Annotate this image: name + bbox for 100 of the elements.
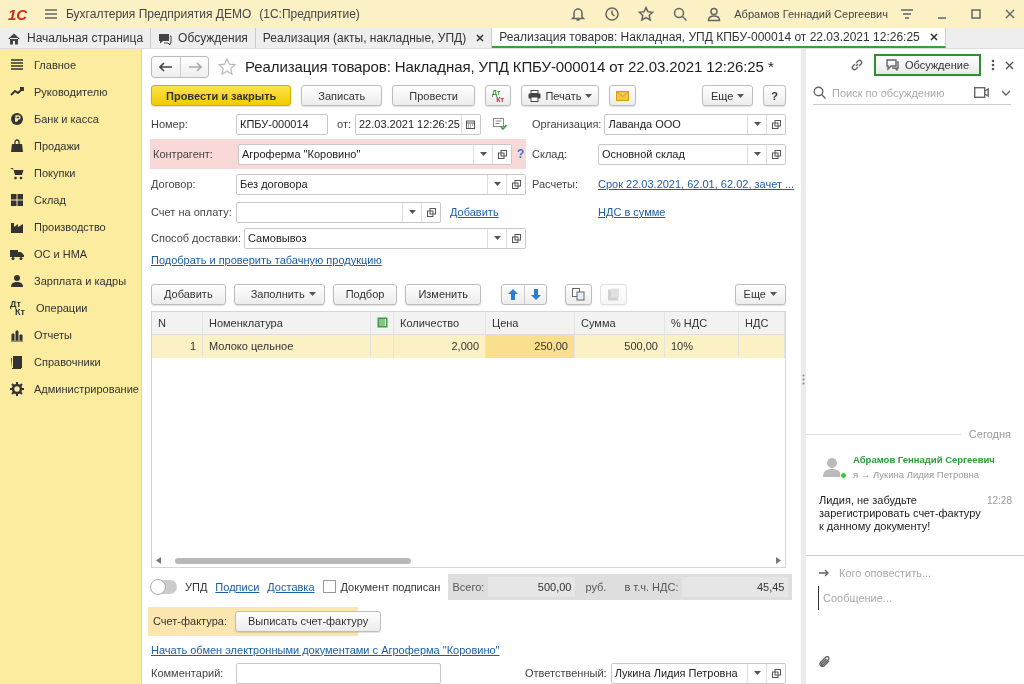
- notify-field[interactable]: Кого оповестить...: [837, 566, 1024, 580]
- sidebar-item[interactable]: Руководителю: [0, 78, 141, 105]
- menu-icon[interactable]: [900, 8, 914, 20]
- select-field[interactable]: Основной склад: [598, 143, 786, 165]
- back-icon[interactable]: [159, 61, 173, 72]
- vat-label: в т.ч. НДС:: [624, 580, 679, 593]
- select-field[interactable]: Лукина Лидия Петровна: [610, 662, 786, 684]
- number-field[interactable]: КПБУ-000014: [236, 113, 328, 135]
- toolbar-button[interactable]: Изменить: [405, 283, 481, 305]
- sidebar-item[interactable]: Склад: [0, 186, 141, 213]
- sidebar-item[interactable]: Дт Кт Операции: [0, 294, 141, 321]
- sidebar-item[interactable]: Главное: [0, 51, 141, 78]
- open-button[interactable]: [492, 144, 511, 164]
- sidebar-item[interactable]: Производство: [0, 213, 141, 240]
- copy-button[interactable]: [565, 283, 592, 305]
- menu-button[interactable]: Заполнить: [233, 283, 325, 305]
- star-icon[interactable]: [217, 56, 237, 77]
- close-icon[interactable]: [476, 34, 485, 42]
- column-header[interactable]: N: [152, 311, 203, 334]
- column-header[interactable]: НДС: [739, 311, 785, 334]
- sidebar-item[interactable]: Банк и касса: [0, 105, 141, 132]
- open-button[interactable]: [506, 228, 525, 248]
- open-button[interactable]: [766, 663, 785, 683]
- tobacco-link[interactable]: Подобрать и проверить табачную продукцию: [151, 254, 382, 267]
- post-and-close-button[interactable]: Провести и закрыть: [151, 85, 292, 106]
- select-field[interactable]: Лаванда ООО: [604, 113, 786, 135]
- sidebar-item[interactable]: Справочники: [0, 348, 141, 375]
- column-header[interactable]: Цена: [486, 311, 575, 334]
- bell-icon[interactable]: [570, 6, 587, 22]
- maximize-icon[interactable]: [970, 8, 982, 20]
- toolbar-button[interactable]: Записать: [301, 85, 383, 106]
- add-link[interactable]: Добавить: [450, 206, 499, 219]
- table-row[interactable]: 1 Молоко цельное 2,000 250,00 500,00 10%: [152, 334, 785, 358]
- sidebar-item[interactable]: Администрирование: [0, 375, 141, 402]
- footer-link[interactable]: Доставка: [267, 580, 315, 593]
- history-icon[interactable]: [604, 6, 621, 22]
- user-name[interactable]: Абрамов Геннадий Сергеевич: [734, 8, 888, 20]
- column-header[interactable]: Количество: [394, 311, 486, 334]
- help-button[interactable]: ?: [763, 85, 786, 106]
- close-icon[interactable]: [929, 33, 938, 41]
- checkbox[interactable]: [322, 580, 336, 593]
- envelope-icon: [616, 90, 630, 101]
- scrollbar-thumb[interactable]: [175, 557, 411, 564]
- discussion-button[interactable]: Обсуждение: [873, 54, 981, 76]
- column-header[interactable]: % НДС: [665, 311, 739, 334]
- toggle-switch[interactable]: [151, 579, 177, 594]
- toolbar-button[interactable]: Подбор: [332, 283, 398, 305]
- star-icon[interactable]: [638, 6, 655, 22]
- select-field[interactable]: Без договора: [236, 173, 526, 195]
- link-icon[interactable]: [849, 58, 864, 72]
- open-button[interactable]: [421, 202, 440, 222]
- toolbar-button[interactable]: Добавить: [151, 283, 226, 305]
- message-field[interactable]: Сообщение...: [821, 591, 1024, 605]
- settings-link[interactable]: Срок 22.03.2021, 62.01, 62.02, зачет ...: [598, 178, 795, 191]
- close-icon[interactable]: [1005, 60, 1014, 70]
- caret-icon: [585, 93, 593, 98]
- caret-icon: [753, 122, 761, 127]
- select-field[interactable]: Самовывоз: [244, 227, 526, 249]
- open-button[interactable]: [766, 114, 785, 134]
- toolbar-button[interactable]: Провести: [392, 85, 475, 106]
- scroll-left-icon[interactable]: [156, 557, 161, 564]
- calendar-button[interactable]: [461, 114, 480, 134]
- bar-chart-icon: [10, 327, 24, 342]
- help-link[interactable]: ?: [517, 147, 525, 162]
- sidebar-item[interactable]: Зарплата и кадры: [0, 267, 141, 294]
- open-button[interactable]: [766, 144, 785, 164]
- sidebar-item[interactable]: Отчеты: [0, 321, 141, 348]
- edo-link[interactable]: Начать обмен электронными документами с Агроферма "Коровино": [151, 643, 500, 656]
- settings-link[interactable]: НДС в сумме: [598, 206, 666, 219]
- select-field[interactable]: [236, 201, 441, 223]
- document-check-icon[interactable]: [493, 118, 507, 131]
- user-icon[interactable]: [706, 6, 723, 22]
- select-field[interactable]: Агроферма "Коровино": [238, 143, 512, 165]
- menu-icon[interactable]: [44, 8, 58, 20]
- sidebar-item[interactable]: Продажи: [0, 132, 141, 159]
- open-button[interactable]: [506, 174, 525, 194]
- footer-link[interactable]: Подписи: [215, 580, 260, 593]
- splitter-handle-icon[interactable]: [802, 374, 805, 385]
- chevron-down-icon[interactable]: [1001, 89, 1011, 96]
- search-field[interactable]: Поиск по обсуждению: [830, 85, 966, 100]
- menu-button[interactable]: Еще: [734, 283, 786, 305]
- issue-invoice-button[interactable]: Выписать счет-фактуру: [234, 610, 382, 632]
- more-icon[interactable]: [991, 59, 995, 71]
- sidebar-item[interactable]: ОС и НМА: [0, 240, 141, 267]
- tab[interactable]: Реализация товаров: Накладная, УПД КПБУ-000014 от 22.03.2021 12:26:25: [492, 28, 946, 48]
- video-icon[interactable]: [974, 87, 989, 98]
- sidebar-item[interactable]: Покупки: [0, 159, 141, 186]
- menu-button[interactable]: Еще: [701, 85, 754, 106]
- copy-icon: [572, 287, 585, 301]
- move-buttons[interactable]: [501, 283, 547, 305]
- column-header[interactable]: Сумма: [575, 311, 665, 334]
- comment-field[interactable]: [236, 662, 441, 684]
- scroll-right-icon[interactable]: [776, 557, 781, 564]
- print-button[interactable]: Печать: [521, 85, 600, 106]
- date-field[interactable]: 22.03.2021 12:26:25: [355, 113, 481, 135]
- navigation-buttons[interactable]: [151, 55, 209, 78]
- search-icon[interactable]: [672, 6, 689, 22]
- paperclip-icon[interactable]: [819, 655, 831, 669]
- caret-icon: [408, 210, 416, 215]
- column-header[interactable]: Номенклатура: [203, 311, 371, 334]
